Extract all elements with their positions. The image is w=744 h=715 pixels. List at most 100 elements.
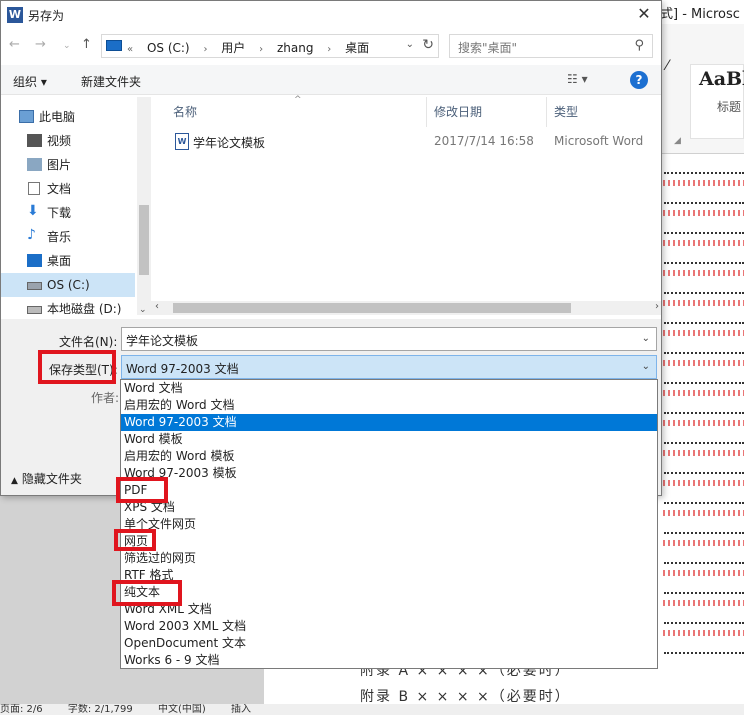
author-label: 作者: bbox=[91, 391, 120, 405]
toc-dots bbox=[664, 488, 744, 504]
toc-dots bbox=[664, 248, 744, 264]
word-app-icon: W bbox=[7, 7, 23, 23]
status-language[interactable]: 中文(中国) bbox=[158, 704, 206, 715]
option-works[interactable]: Works 6 - 9 文档 bbox=[121, 652, 657, 669]
option-webpage[interactable]: 网页 bbox=[121, 533, 657, 550]
sidebar-item-this-pc[interactable]: 此电脑 bbox=[1, 105, 135, 129]
column-name[interactable]: 名称 bbox=[173, 103, 197, 120]
option-rtf[interactable]: RTF 格式 bbox=[121, 567, 657, 584]
option-word-macro-document[interactable]: 启用宏的 Word 文档 bbox=[121, 397, 657, 414]
format-painter-icon[interactable]: ⁄ bbox=[666, 58, 668, 74]
dialog-toolbar: 组织 ▾ 新建文件夹 ☷ ▾ ? bbox=[1, 65, 661, 95]
option-word-template[interactable]: Word 模板 bbox=[121, 431, 657, 448]
new-folder-button[interactable]: 新建文件夹 bbox=[81, 73, 141, 90]
style-label: 标题 bbox=[717, 100, 742, 114]
film-icon bbox=[27, 134, 42, 147]
search-icon: ⚲ bbox=[634, 38, 644, 53]
savetype-select[interactable]: Word 97-2003 文档 ⌄ bbox=[121, 355, 657, 379]
recent-chevron-icon[interactable]: ⌄ bbox=[63, 41, 71, 51]
sidebar-item-desktop[interactable]: 桌面 bbox=[1, 249, 135, 273]
breadcrumb-zhang[interactable]: zhang bbox=[277, 41, 313, 55]
column-modified[interactable]: 修改日期 bbox=[434, 103, 482, 120]
option-word-97-2003-document[interactable]: Word 97-2003 文档 bbox=[121, 414, 657, 431]
download-arrow-icon: ⬇ bbox=[27, 203, 39, 219]
option-opendocument[interactable]: OpenDocument 文本 bbox=[121, 635, 657, 652]
option-filtered-webpage[interactable]: 筛选过的网页 bbox=[121, 550, 657, 567]
breadcrumb-os[interactable]: OS (C:) bbox=[147, 41, 190, 55]
spell-underline bbox=[660, 390, 744, 396]
document-icon bbox=[28, 182, 40, 195]
sidebar-item-label: 音乐 bbox=[47, 230, 72, 244]
style-heading[interactable]: AaBb 标题 bbox=[690, 64, 744, 139]
scroll-thumb[interactable] bbox=[139, 205, 149, 275]
status-words[interactable]: 字数: 2/1,799 bbox=[68, 704, 133, 715]
appendix-b: 附录 B × × × ×（必要时） bbox=[360, 689, 571, 705]
close-icon[interactable]: ✕ bbox=[633, 3, 655, 25]
status-insert[interactable]: 插入 bbox=[231, 704, 251, 715]
chevron-left-icon[interactable]: ‹ bbox=[155, 301, 159, 312]
hide-folders-button[interactable]: ▲ 隐藏文件夹 bbox=[11, 470, 82, 487]
chevron-up-icon: ▲ bbox=[11, 476, 18, 486]
toc-dots bbox=[664, 338, 744, 354]
option-word-2003-xml[interactable]: Word 2003 XML 文档 bbox=[121, 618, 657, 635]
sidebar-item-drive-d[interactable]: 本地磁盘 (D:) bbox=[1, 297, 135, 321]
scroll-thumb[interactable] bbox=[173, 303, 571, 313]
option-single-file-webpage[interactable]: 单个文件网页 bbox=[121, 516, 657, 533]
sidebar-item-os-c[interactable]: OS (C:) bbox=[1, 273, 135, 297]
dialog-launcher-icon[interactable]: ◢ bbox=[674, 136, 681, 146]
organize-button[interactable]: 组织 ▾ bbox=[13, 73, 47, 90]
file-type: Microsoft Word bbox=[554, 134, 644, 148]
dialog-titlebar: W 另存为 ✕ bbox=[1, 1, 661, 29]
option-word-document[interactable]: Word 文档 bbox=[121, 380, 657, 397]
help-icon[interactable]: ? bbox=[630, 71, 648, 89]
filename-field[interactable]: 学年论文模板 ⌄ bbox=[121, 327, 657, 351]
option-word-xml[interactable]: Word XML 文档 bbox=[121, 601, 657, 618]
option-xps[interactable]: XPS 文档 bbox=[121, 499, 657, 516]
toc-dots bbox=[664, 638, 744, 654]
computer-icon bbox=[106, 40, 122, 51]
sidebar-item-label: 视频 bbox=[47, 134, 72, 148]
table-row[interactable]: W 学年论文模板 2017/7/14 16:58 Microsoft Word bbox=[173, 133, 661, 153]
chevron-down-icon[interactable]: ⌄ bbox=[642, 333, 650, 344]
sidebar-item-pictures[interactable]: 图片 bbox=[1, 153, 135, 177]
search-input[interactable]: 搜索"桌面" ⚲ bbox=[449, 34, 653, 58]
sidebar-item-downloads[interactable]: ⬇ 下载 bbox=[1, 201, 135, 225]
option-pdf[interactable]: PDF bbox=[121, 482, 657, 499]
chevron-right-icon[interactable]: › bbox=[655, 301, 659, 312]
up-arrow-icon[interactable]: ↑ bbox=[81, 37, 92, 52]
spell-underline bbox=[660, 240, 744, 246]
forward-arrow-icon[interactable]: → bbox=[35, 37, 46, 52]
option-plain-text[interactable]: 纯文本 bbox=[121, 584, 657, 601]
back-arrow-icon[interactable]: ← bbox=[9, 37, 20, 52]
refresh-icon[interactable]: ↻ bbox=[422, 37, 434, 53]
column-type[interactable]: 类型 bbox=[554, 103, 578, 120]
annotation-pdf-box bbox=[116, 477, 168, 503]
savetype-value: Word 97-2003 文档 bbox=[126, 362, 239, 376]
view-options-icon[interactable]: ☷ ▾ bbox=[567, 72, 588, 86]
sidebar-item-videos[interactable]: 视频 bbox=[1, 129, 135, 153]
toc-dots bbox=[664, 308, 744, 324]
horizontal-scrollbar[interactable]: ‹ › bbox=[151, 301, 661, 315]
option-word-macro-template[interactable]: 启用宏的 Word 模板 bbox=[121, 448, 657, 465]
nav-scrollbar[interactable]: ⌄ bbox=[137, 97, 151, 315]
sidebar-item-label: 本地磁盘 (D:) bbox=[47, 302, 122, 316]
chevron-down-icon[interactable]: ⌄ bbox=[642, 361, 650, 372]
toc-dots bbox=[664, 278, 744, 294]
chevron-down-icon[interactable]: ⌄ bbox=[406, 39, 414, 50]
option-word-97-2003-template[interactable]: Word 97-2003 模板 bbox=[121, 465, 657, 482]
breadcrumb-desktop[interactable]: 桌面 bbox=[345, 41, 369, 55]
address-bar[interactable]: « OS (C:) › 用户 › zhang › 桌面 ⌄ ↻ bbox=[101, 34, 439, 58]
status-page[interactable]: 页面: 2/6 bbox=[0, 704, 43, 715]
breadcrumb: « OS (C:) › 用户 › zhang › 桌面 bbox=[127, 41, 370, 55]
toc-dots bbox=[664, 218, 744, 234]
savetype-dropdown-list: Word 文档 启用宏的 Word 文档 Word 97-2003 文档 Wor… bbox=[120, 379, 658, 669]
picture-icon bbox=[27, 158, 42, 171]
breadcrumb-users[interactable]: 用户 bbox=[221, 41, 245, 55]
chevron-down-icon[interactable]: ⌄ bbox=[139, 305, 147, 315]
filename-label: 文件名(N): bbox=[59, 335, 118, 349]
style-preview: AaBb bbox=[699, 68, 744, 90]
sidebar-item-music[interactable]: ♪ 音乐 bbox=[1, 225, 135, 249]
word-title-partial: 式] - Microsc bbox=[660, 0, 744, 24]
sidebar-item-documents[interactable]: 文档 bbox=[1, 177, 135, 201]
spell-underline bbox=[660, 180, 744, 186]
